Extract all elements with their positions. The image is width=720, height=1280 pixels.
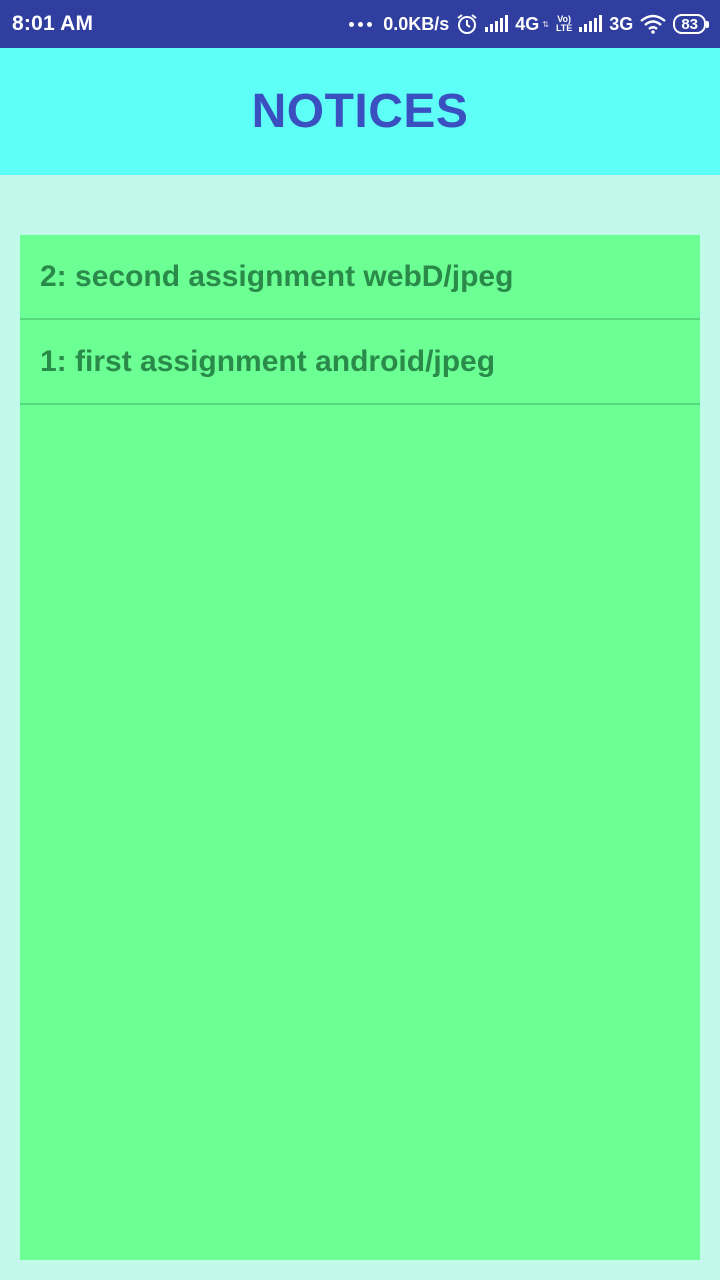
signal-icon: [485, 15, 509, 32]
network-type-2: 3G: [609, 13, 634, 34]
network-type-1: 4G: [515, 13, 540, 34]
volte-bottom: LTE: [555, 23, 573, 33]
battery-icon: 83: [673, 14, 709, 34]
list-item[interactable]: 2: second assignment webD/jpeg: [20, 235, 700, 320]
battery-level: 83: [681, 15, 698, 33]
alarm-icon: [457, 14, 477, 34]
signal-icon: [579, 15, 603, 32]
app-header: NOTICES: [0, 48, 720, 175]
status-bar: 8:01 AM 0.0KB/s 4G ⇅ Vo) LTE 3G 83: [0, 0, 720, 48]
net-speed: 0.0KB/s: [383, 13, 450, 34]
list-item[interactable]: 1: first assignment android/jpeg: [20, 320, 700, 405]
notice-list[interactable]: 2: second assignment webD/jpeg 1: first …: [20, 235, 700, 1260]
volte-icon: Vo) LTE: [556, 15, 572, 33]
notice-text: 1: first assignment android/jpeg: [40, 344, 496, 378]
status-time: 8:01 AM: [12, 12, 94, 35]
more-dots-icon: [349, 21, 373, 27]
page-title: NOTICES: [251, 85, 469, 138]
status-icons: 0.0KB/s 4G ⇅ Vo) LTE 3G 83: [349, 13, 709, 35]
notice-text: 2: second assignment webD/jpeg: [40, 259, 514, 293]
data-arrows-icon: ⇅: [542, 19, 549, 29]
wifi-icon: [640, 14, 667, 34]
